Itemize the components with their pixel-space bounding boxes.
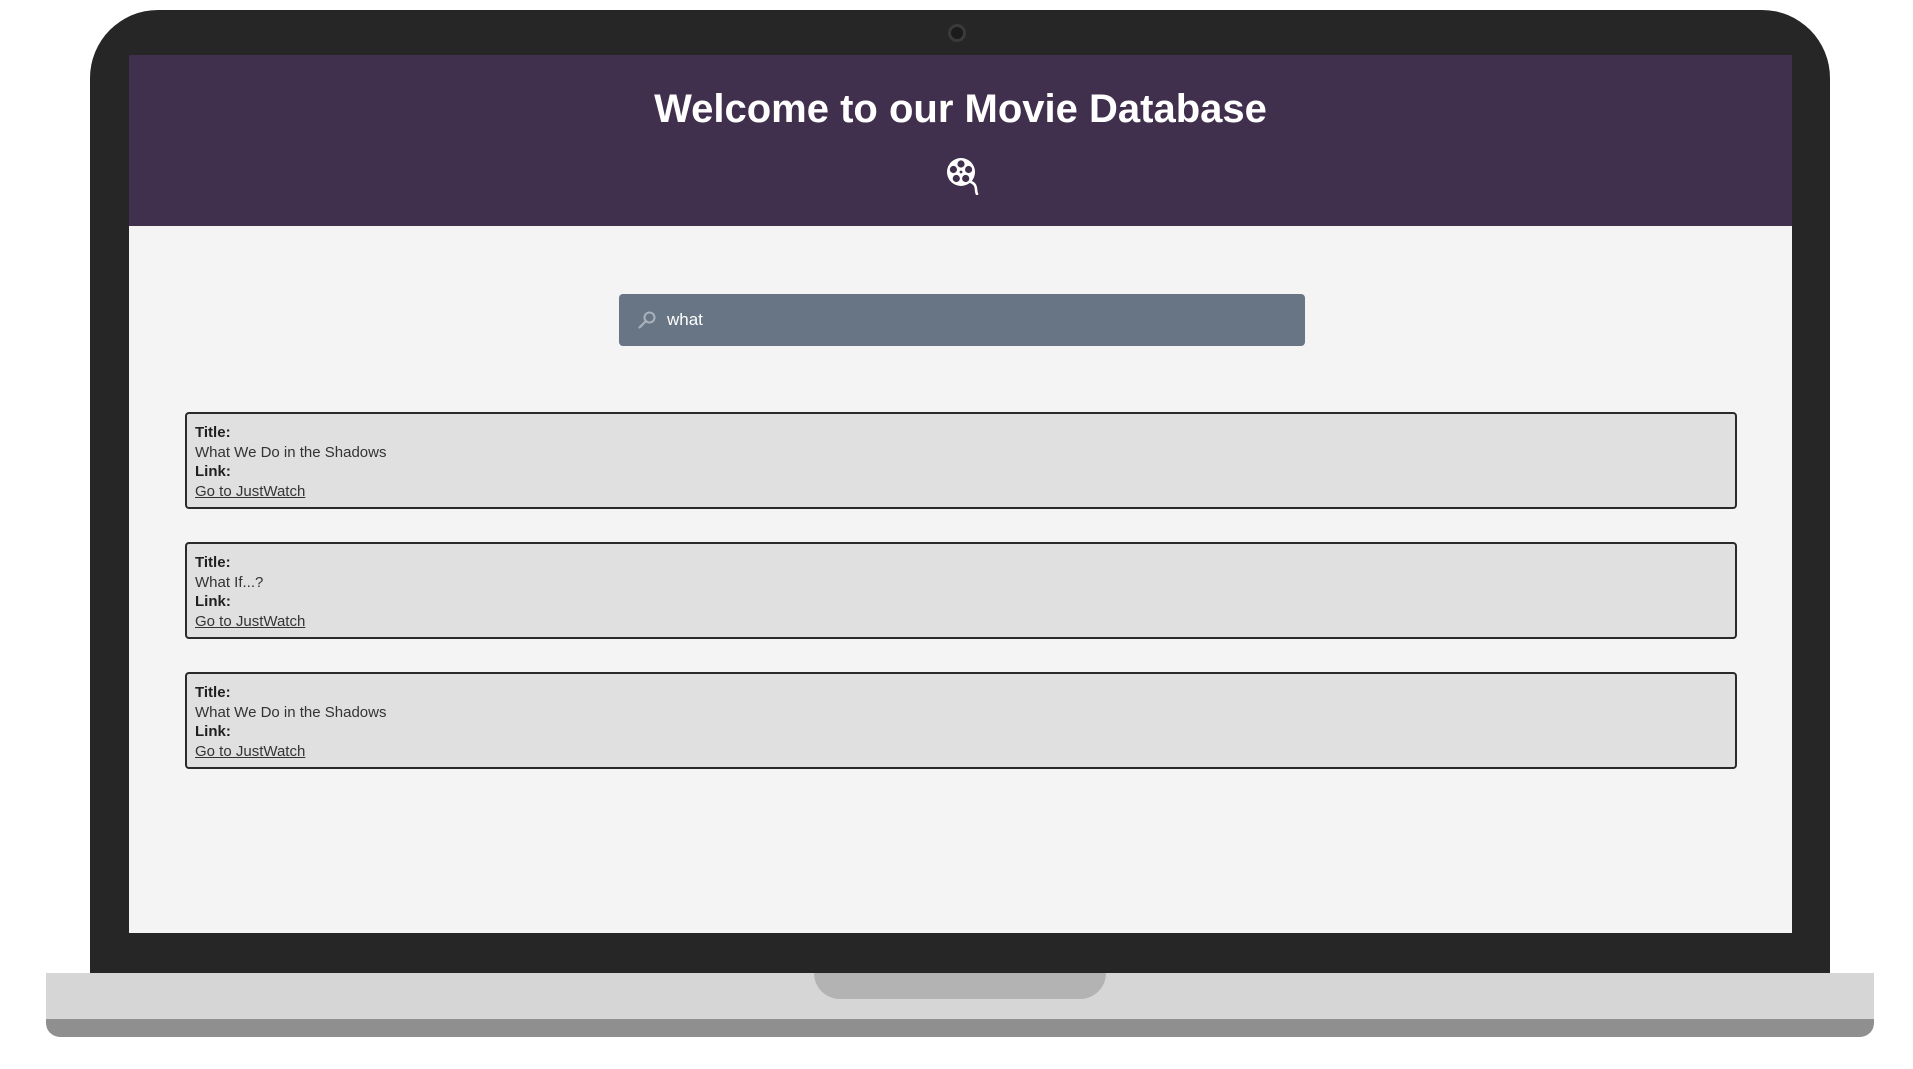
title-label: Title: [195, 554, 231, 571]
laptop-hinge-notch [814, 973, 1106, 999]
webcam [948, 24, 966, 42]
app-header: Welcome to our Movie Database [129, 55, 1792, 226]
app-screen: Welcome to our Movie Database Title: [129, 55, 1792, 933]
film-reel-icon [947, 158, 979, 195]
results-list: Title: What We Do in the Shadows Link: G… [185, 412, 1737, 802]
laptop-base-edge [46, 1019, 1874, 1037]
movie-title: What We Do in the Shadows [195, 443, 387, 461]
search-icon [638, 311, 656, 329]
result-card: Title: What If...? Link: Go to JustWatch [185, 542, 1737, 639]
result-card: Title: What We Do in the Shadows Link: G… [185, 672, 1737, 769]
title-label: Title: [195, 424, 231, 441]
movie-title: What If...? [195, 573, 264, 591]
justwatch-link[interactable]: Go to JustWatch [195, 482, 305, 502]
movie-title: What We Do in the Shadows [195, 703, 387, 721]
laptop-mockup: Welcome to our Movie Database Title: [0, 0, 1913, 1069]
page-title: Welcome to our Movie Database [654, 87, 1267, 131]
justwatch-link[interactable]: Go to JustWatch [195, 612, 305, 632]
title-label: Title: [195, 684, 231, 701]
result-card: Title: What We Do in the Shadows Link: G… [185, 412, 1737, 509]
link-label: Link: [195, 723, 231, 740]
justwatch-link[interactable]: Go to JustWatch [195, 742, 305, 762]
search-bar[interactable] [619, 294, 1305, 346]
search-input[interactable] [667, 294, 1287, 346]
link-label: Link: [195, 463, 231, 480]
link-label: Link: [195, 593, 231, 610]
